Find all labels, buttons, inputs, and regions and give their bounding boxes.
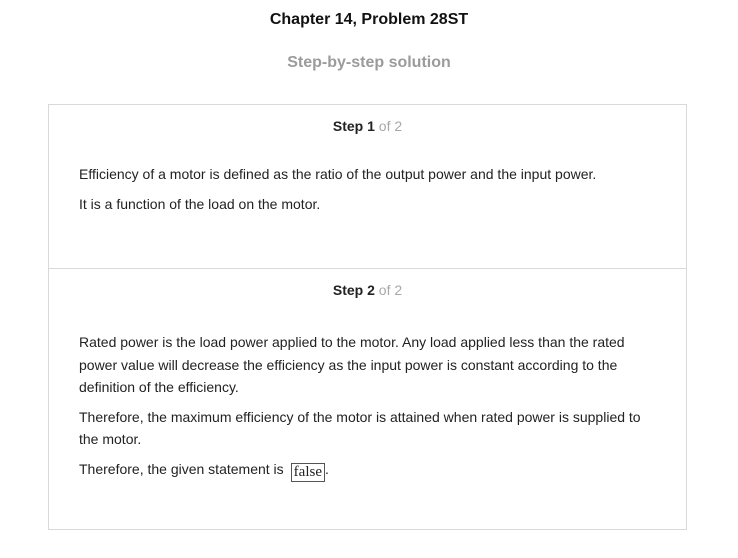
step-1-body: Efficiency of a motor is defined as the … bbox=[79, 163, 659, 222]
step-2-number: 2 bbox=[367, 282, 375, 298]
step-2-section: Step 2 of 2 Rated power is the load powe… bbox=[49, 269, 686, 530]
page-subtitle: Step-by-step solution bbox=[287, 54, 451, 71]
step-2-body: Rated power is the load power applied to… bbox=[79, 331, 659, 489]
step-1-header: Step 1 of 2 bbox=[49, 118, 686, 134]
step-1-paragraph-1: Efficiency of a motor is defined as the … bbox=[79, 166, 597, 182]
conclusion-text: Therefore, the given statement is bbox=[79, 460, 284, 477]
step-1-total: of 2 bbox=[378, 118, 403, 134]
page-title: Chapter 14, Problem 28ST bbox=[269, 11, 469, 28]
step-1-section: Step 1 of 2 Efficiency of a motor is def… bbox=[49, 105, 686, 269]
answer-box: false bbox=[290, 462, 325, 482]
step-2-total: of 2 bbox=[378, 282, 403, 298]
conclusion-period: . bbox=[325, 460, 329, 477]
step-1-number: 1 bbox=[367, 118, 375, 134]
step-2-header: Step 2 of 2 bbox=[49, 282, 686, 298]
step-1-paragraph-2: It is a function of the load on the moto… bbox=[79, 195, 321, 212]
solution-steps-card: Step 1 of 2 Efficiency of a motor is def… bbox=[48, 104, 687, 530]
step-2-paragraph-2: Therefore, the maximum efficiency of the… bbox=[79, 408, 641, 448]
step-2-paragraph-1: Rated power is the load power applied to… bbox=[79, 334, 625, 395]
step-1-label: Step bbox=[332, 118, 364, 134]
step-2-label: Step bbox=[332, 282, 364, 298]
step-2-conclusion: Therefore, the given statement is false. bbox=[79, 458, 659, 482]
